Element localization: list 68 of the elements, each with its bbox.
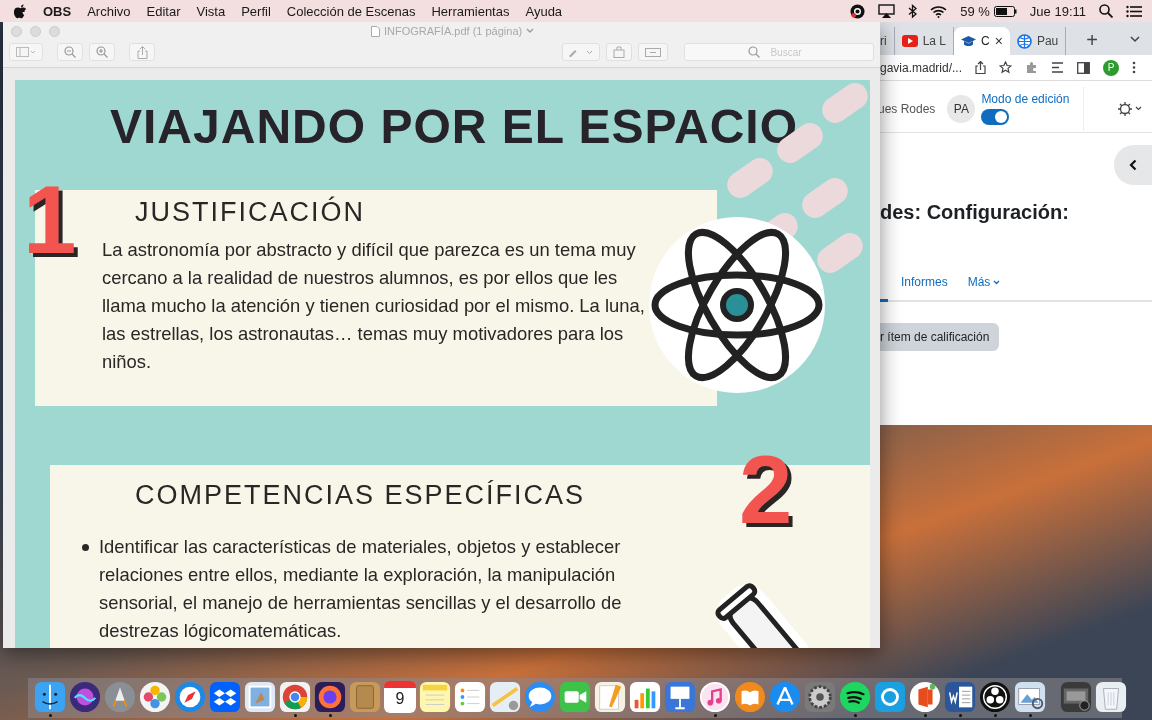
markup-icon xyxy=(568,47,594,57)
apple-icon[interactable] xyxy=(14,3,27,19)
nav-link[interactable]: Informes xyxy=(901,275,948,289)
menu-item[interactable]: Herramientas xyxy=(431,3,510,19)
infographic-title: VIAJANDO POR EL ESPACIO xyxy=(109,102,799,152)
chevron-left-icon xyxy=(1129,159,1137,171)
bluetooth-icon[interactable] xyxy=(908,3,918,19)
app-menu[interactable]: OBS xyxy=(43,3,72,19)
airplay-icon[interactable] xyxy=(878,4,896,18)
bullet-text: Identificar las características de materiales, objetos y establecer relaciones entre ellos, mediante la exploración, la manipulación sensorial, el manejo de herramientas sencillas y el desarrollo de destrezas lógicomatemáticas. xyxy=(99,535,623,643)
share-icon[interactable] xyxy=(975,61,987,74)
list-icon[interactable] xyxy=(1051,62,1065,73)
tab-close-button[interactable]: × xyxy=(994,33,1003,49)
drawer-toggle-button[interactable] xyxy=(1114,145,1152,185)
menu-item[interactable]: Editar xyxy=(146,3,181,19)
sidebar-icon[interactable] xyxy=(1077,61,1091,74)
calendar-icon[interactable]: 9 xyxy=(384,681,416,713)
tab-title: ri xyxy=(880,34,887,48)
tab-title: La L xyxy=(922,34,947,48)
user-avatar[interactable]: PA xyxy=(947,94,976,123)
chevron-down-icon[interactable] xyxy=(1130,36,1140,43)
page-heading: des: Configuración: xyxy=(880,201,1070,224)
section-paragraph: La astronomía por abstracto y difícil que parezca es un tema muy cercano a la realidad de nuestros alumnos, es por ellos que les llama mucho la atención y tienen curiosidad por el mismo. La luna, las estrellas, los astronautas… temas muy motivadores para los niños. xyxy=(102,238,646,374)
clock[interactable]: Jue 19:11 xyxy=(1029,3,1086,19)
battery-percentage: 59 % xyxy=(960,3,990,19)
browser-tab[interactable]: C × xyxy=(954,27,1010,55)
zoom-in-icon xyxy=(96,46,108,58)
address-bar-url[interactable]: gavia.madrid/... xyxy=(880,60,963,75)
profile-avatar[interactable]: P xyxy=(1103,59,1120,76)
toolbox-icon xyxy=(645,47,661,57)
menu-item[interactable]: Perfil xyxy=(241,3,271,19)
nav-link[interactable]: Más xyxy=(967,275,1001,289)
edit-mode-toggle[interactable] xyxy=(981,109,1010,125)
more-menu-icon[interactable] xyxy=(1132,61,1137,74)
video-icon xyxy=(901,35,918,47)
globe-icon xyxy=(1016,33,1032,49)
search-icon[interactable] xyxy=(1099,4,1113,18)
edit-mode-label: Modo de edición xyxy=(981,92,1070,106)
new-tab-button[interactable]: + xyxy=(1086,29,1098,50)
document-icon xyxy=(371,25,380,37)
menu-item[interactable]: Archivo xyxy=(87,3,131,19)
add-grade-item-button[interactable]: r ítem de calificación xyxy=(880,323,1000,351)
tab-title: C xyxy=(981,34,990,48)
zoom-out-icon xyxy=(64,46,76,58)
share-icon xyxy=(136,45,148,59)
battery-icon[interactable] xyxy=(993,5,1017,17)
star-icon[interactable] xyxy=(999,61,1013,74)
menu-item[interactable]: Colección de Escenas xyxy=(286,3,416,19)
active-tab-indicator xyxy=(880,299,888,302)
rotate-icon xyxy=(613,46,625,58)
section-heading: JUSTIFICACIÓN xyxy=(135,197,366,228)
menu-item[interactable]: Vista xyxy=(196,3,226,19)
menu-item[interactable]: Ayuda xyxy=(525,3,563,19)
notification-list-icon[interactable] xyxy=(1126,4,1142,18)
section-heading: COMPETENCIAS ESPECÍFICAS xyxy=(135,480,587,511)
bullet-icon xyxy=(82,544,89,551)
settings-icon[interactable] xyxy=(1118,101,1132,116)
wifi-icon[interactable] xyxy=(930,4,948,18)
streaming-status-icon[interactable] xyxy=(850,3,866,19)
graduation-cap-icon xyxy=(961,35,977,47)
chevron-down-icon[interactable] xyxy=(1135,106,1142,111)
window-title: INFOGRAFÍA.pdf (1 página) xyxy=(384,25,523,37)
tab-title: Pau xyxy=(1036,34,1059,48)
chevron-down-icon xyxy=(993,279,1001,285)
puzzle-icon[interactable] xyxy=(1025,61,1039,74)
sidebar-icon xyxy=(16,47,36,57)
section-number: 2 xyxy=(739,442,793,538)
search-icon xyxy=(748,46,760,58)
